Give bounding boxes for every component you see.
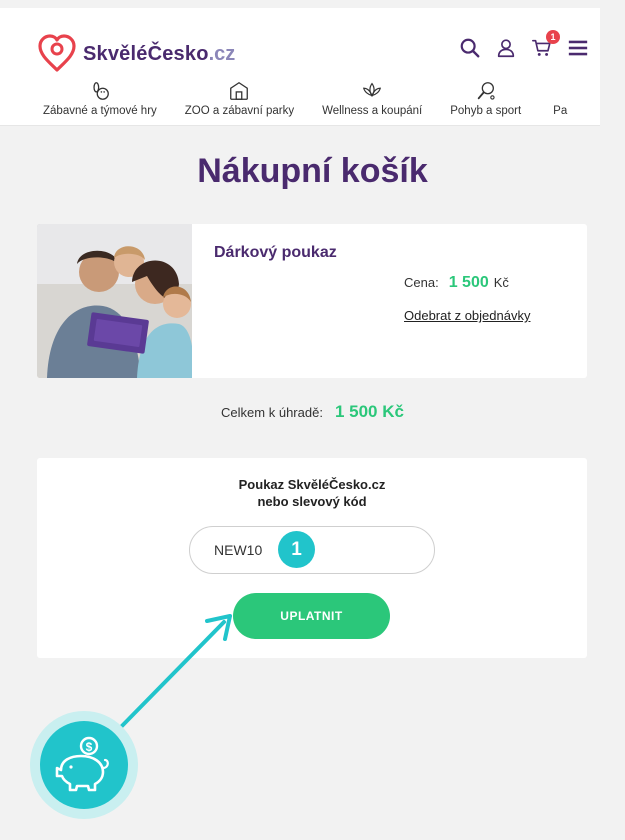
cart-main: Nákupní košík Dárkový poukaz Cena: 1 500…	[25, 126, 600, 666]
svg-text:$: $	[86, 740, 93, 754]
total-label: Celkem k úhradě:	[221, 405, 323, 420]
cart-item: Dárkový poukaz Cena: 1 500 Kč Odebrat z …	[37, 224, 587, 378]
price-row: Cena: 1 500 Kč	[404, 274, 509, 292]
total-value: 1 500 Kč	[334, 402, 404, 421]
step-badge: 1	[278, 531, 315, 568]
logo-name: SkvěléČesko	[83, 42, 209, 65]
category-item-zoo[interactable]: ZOO a zábavní parky	[171, 80, 308, 125]
voucher-title: Poukaz SkvěléČesko.cz nebo slevový kód	[37, 476, 587, 510]
cart-count-badge: 1	[546, 30, 560, 44]
category-label: Zábavné a týmové hry	[43, 105, 157, 117]
category-label: ZOO a zábavní parky	[184, 105, 295, 117]
voucher-title-line1: Poukaz SkvěléČesko.cz	[238, 477, 386, 492]
site-header: SkvěléČesko .cz 1 Zábavné a týmové hry Z…	[0, 8, 600, 126]
lotus-icon	[363, 82, 382, 97]
category-item-wellness[interactable]: Wellness a koupání	[308, 80, 436, 125]
heart-pin-icon	[38, 34, 76, 72]
search-icon[interactable]	[458, 36, 482, 60]
category-label: Pa	[553, 105, 568, 117]
remove-item-link[interactable]: Odebrat z objednávky	[404, 308, 530, 323]
category-item-sport[interactable]: Pohyb a sport	[436, 80, 535, 125]
bowling-icon	[93, 82, 109, 100]
category-label: Wellness a koupání	[322, 105, 423, 117]
menu-icon[interactable]	[566, 36, 590, 60]
partial-icon	[549, 80, 571, 102]
page-title: Nákupní košík	[197, 152, 428, 190]
header-actions: 1	[446, 30, 590, 60]
category-item-games[interactable]: Zábavné a týmové hry	[0, 80, 171, 125]
category-item-partial[interactable]: Pa	[535, 80, 585, 125]
user-icon[interactable]	[494, 36, 518, 60]
piggy-bank-icon: $	[55, 736, 109, 792]
park-icon	[230, 81, 249, 100]
price-currency: Kč	[493, 275, 509, 290]
order-total: Celkem k úhradě: 1 500 Kč	[25, 402, 600, 422]
logo[interactable]: SkvěléČesko .cz	[37, 34, 235, 74]
product-image	[37, 224, 192, 378]
voucher-title-line2: nebo slevový kód	[257, 494, 367, 509]
price-label: Cena:	[404, 275, 439, 290]
category-label: Pohyb a sport	[450, 105, 522, 117]
apply-voucher-button[interactable]: UPLATNIT	[233, 593, 390, 639]
category-nav: Zábavné a týmové hry ZOO a zábavní parky…	[0, 80, 600, 126]
price-value: 1 500	[448, 274, 489, 291]
item-name: Dárkový poukaz	[214, 244, 337, 261]
page: SkvěléČesko .cz 1 Zábavné a týmové hry Z…	[0, 0, 625, 682]
logo-tld: .cz	[208, 42, 236, 65]
voucher-section: Poukaz SkvěléČesko.cz nebo slevový kód 1…	[37, 458, 587, 658]
racket-icon	[477, 82, 495, 100]
piggy-bank-badge: $	[30, 711, 138, 819]
cart-icon[interactable]: 1	[530, 30, 560, 60]
